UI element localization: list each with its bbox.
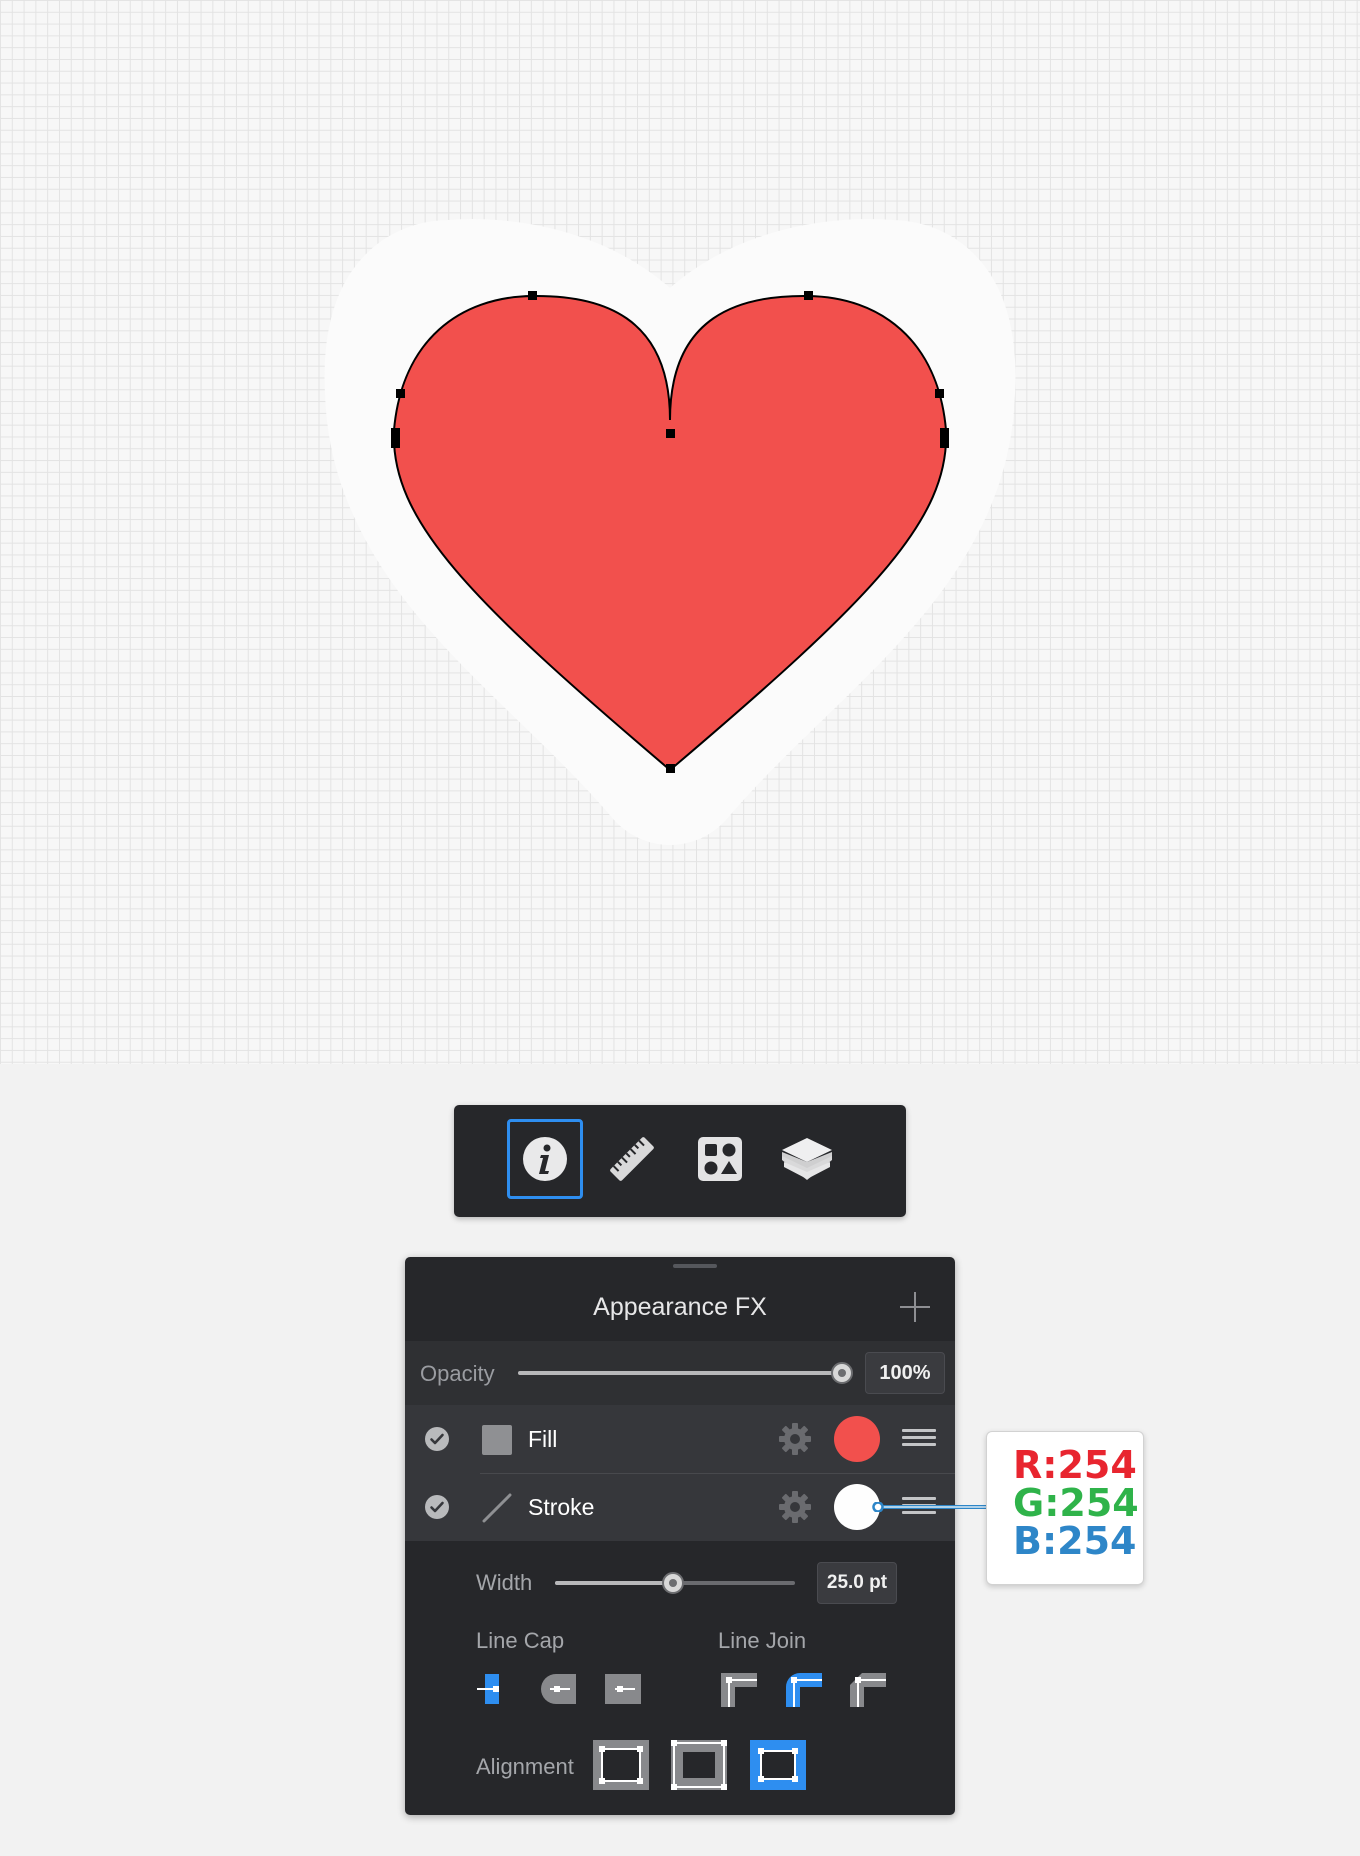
width-label: Width: [476, 1570, 533, 1595]
stroke-settings-gear-icon[interactable]: [778, 1490, 812, 1524]
butt-cap-option[interactable]: [473, 1667, 517, 1711]
fill-enabled-checkbox[interactable]: [425, 1427, 449, 1451]
anchor-point: [804, 291, 813, 300]
checkmark-icon: [430, 1433, 444, 1445]
anchor-point: [666, 429, 675, 438]
inspector-toolbar: [454, 1105, 906, 1217]
line-cap-label: Line Cap: [476, 1628, 565, 1653]
shapes-icon: [698, 1137, 742, 1181]
panel-grabber[interactable]: [673, 1264, 717, 1268]
round-join-option[interactable]: [782, 1667, 826, 1711]
fill-settings-gear-icon[interactable]: [778, 1422, 812, 1456]
blue-value: B:254: [1013, 1519, 1137, 1563]
ruler-icon: [610, 1137, 654, 1181]
info-icon: [523, 1137, 567, 1181]
layers-icon: [782, 1138, 832, 1180]
alignment-label: Alignment: [476, 1754, 574, 1779]
tab-shapes[interactable]: [682, 1119, 758, 1199]
anchor-point: [935, 389, 944, 398]
tab-layers[interactable]: [769, 1119, 845, 1199]
round-cap-option[interactable]: [536, 1667, 580, 1711]
fill-reorder-handle-icon[interactable]: [902, 1429, 936, 1449]
stroke-label: Stroke: [528, 1494, 595, 1520]
anchor-point: [666, 764, 675, 773]
line-join-label: Line Join: [718, 1628, 807, 1653]
opacity-slider-knob[interactable]: [831, 1362, 853, 1384]
opacity-row: Opacity 100%: [405, 1341, 955, 1405]
opacity-label: Opacity: [420, 1361, 495, 1386]
bevel-join-option[interactable]: [846, 1667, 890, 1711]
align-center-option[interactable]: [671, 1740, 727, 1790]
appearance-fx-panel: Appearance FX Opacity 100% Fill Stroke W…: [405, 1257, 955, 1815]
width-slider-knob[interactable]: [661, 1572, 684, 1594]
stroke-enabled-checkbox[interactable]: [425, 1495, 449, 1519]
callout-connector: [872, 1502, 990, 1512]
artboard-svg: [324, 219, 1016, 845]
panel-title: Appearance FX: [593, 1293, 767, 1321]
opacity-value-field[interactable]: 100%: [865, 1352, 945, 1394]
anchor-point: [396, 389, 405, 398]
width-slider-fill: [555, 1581, 673, 1585]
anchor-point: [528, 291, 537, 300]
rgb-values-callout: R:254 G:254 B:254: [986, 1431, 1144, 1585]
align-outside-option[interactable]: [750, 1740, 806, 1790]
add-effect-button[interactable]: [898, 1290, 932, 1324]
row-divider: [480, 1473, 955, 1474]
green-value: G:254: [1013, 1481, 1139, 1525]
tab-ruler[interactable]: [594, 1119, 670, 1199]
anchor-point: [940, 428, 949, 448]
red-value: R:254: [1013, 1443, 1137, 1487]
opacity-slider-track[interactable]: [518, 1371, 842, 1375]
fill-row[interactable]: Fill: [405, 1405, 955, 1473]
miter-join-option[interactable]: [717, 1667, 761, 1711]
square-cap-option[interactable]: [601, 1667, 645, 1711]
width-value-field[interactable]: 25.0 pt: [817, 1562, 897, 1604]
artboard-canvas[interactable]: [0, 0, 1360, 1064]
fill-type-icon: [482, 1425, 512, 1455]
stroke-type-icon: [482, 1493, 512, 1523]
fill-label: Fill: [528, 1426, 558, 1452]
fill-color-swatch[interactable]: [834, 1416, 880, 1462]
checkmark-icon: [430, 1501, 444, 1513]
anchor-point: [391, 428, 400, 448]
align-inside-option[interactable]: [593, 1740, 649, 1790]
tab-info[interactable]: [507, 1119, 583, 1199]
